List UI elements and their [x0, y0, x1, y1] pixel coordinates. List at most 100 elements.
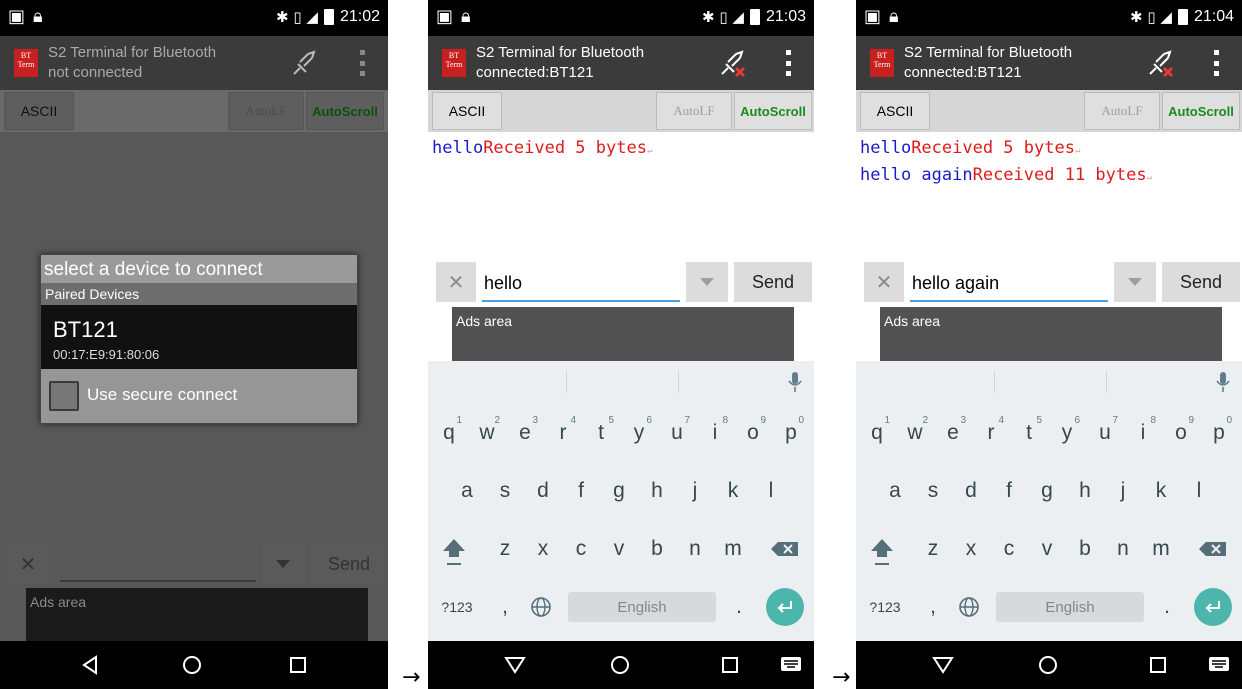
disconnect-plug-icon[interactable] — [1144, 48, 1176, 78]
key-f[interactable]: f — [562, 465, 600, 517]
key-j[interactable]: j — [1104, 465, 1142, 517]
key-h[interactable]: h — [638, 465, 676, 517]
ascii-button[interactable]: ASCII — [432, 92, 502, 130]
autolf-button[interactable]: AutoLF — [656, 92, 732, 130]
backspace-icon[interactable] — [1194, 523, 1234, 575]
key-t[interactable]: t5 — [582, 407, 620, 459]
clear-button[interactable]: ✕ — [436, 262, 476, 302]
ascii-button[interactable]: ASCII — [4, 92, 74, 130]
key-g[interactable]: g — [1028, 465, 1066, 517]
key-b[interactable]: b — [1066, 523, 1104, 575]
autolf-button[interactable]: AutoLF — [228, 92, 304, 130]
autoscroll-button[interactable]: AutoScroll — [1162, 92, 1240, 130]
key-o[interactable]: o9 — [734, 407, 772, 459]
key-period[interactable]: . — [724, 581, 754, 633]
key-p[interactable]: p0 — [772, 407, 810, 459]
key-r[interactable]: r4 — [972, 407, 1010, 459]
key-n[interactable]: n — [676, 523, 714, 575]
key-w[interactable]: w2 — [896, 407, 934, 459]
key-w[interactable]: w2 — [468, 407, 506, 459]
key-period[interactable]: . — [1152, 581, 1182, 633]
history-dropdown[interactable] — [1114, 262, 1156, 302]
key-p[interactable]: p0 — [1200, 407, 1238, 459]
keyboard-switch-icon[interactable] — [780, 655, 802, 673]
symbols-key[interactable]: ?123 — [432, 581, 482, 633]
key-a[interactable]: a — [876, 465, 914, 517]
key-b[interactable]: b — [638, 523, 676, 575]
key-u[interactable]: u7 — [658, 407, 696, 459]
shift-icon[interactable] — [862, 523, 902, 575]
home-icon[interactable] — [1038, 655, 1058, 675]
overflow-menu-icon[interactable] — [360, 50, 366, 76]
space-bar[interactable]: English — [568, 592, 716, 622]
symbols-key[interactable]: ?123 — [860, 581, 910, 633]
send-button[interactable]: Send — [1162, 262, 1240, 302]
history-dropdown[interactable] — [686, 262, 728, 302]
key-t[interactable]: t5 — [1010, 407, 1048, 459]
globe-icon[interactable] — [952, 581, 986, 633]
key-comma[interactable]: , — [918, 581, 948, 633]
key-m[interactable]: m — [714, 523, 752, 575]
key-l[interactable]: l — [1180, 465, 1218, 517]
key-d[interactable]: d — [952, 465, 990, 517]
key-z[interactable]: z — [486, 523, 524, 575]
key-a[interactable]: a — [448, 465, 486, 517]
key-d[interactable]: d — [524, 465, 562, 517]
key-v[interactable]: v — [1028, 523, 1066, 575]
key-x[interactable]: x — [524, 523, 562, 575]
enter-button[interactable] — [1194, 588, 1232, 626]
key-c[interactable]: c — [562, 523, 600, 575]
key-n[interactable]: n — [1104, 523, 1142, 575]
key-j[interactable]: j — [676, 465, 714, 517]
recents-icon[interactable] — [720, 655, 740, 675]
key-r[interactable]: r4 — [544, 407, 582, 459]
key-e[interactable]: e3 — [506, 407, 544, 459]
connect-plug-icon[interactable] — [288, 48, 320, 78]
backspace-icon[interactable] — [766, 523, 806, 575]
key-v[interactable]: v — [600, 523, 638, 575]
autoscroll-button[interactable]: AutoScroll — [734, 92, 812, 130]
key-c[interactable]: c — [990, 523, 1028, 575]
hide-keyboard-icon[interactable] — [504, 655, 526, 675]
key-x[interactable]: x — [952, 523, 990, 575]
key-k[interactable]: k — [1142, 465, 1180, 517]
microphone-icon[interactable] — [788, 371, 802, 393]
history-dropdown[interactable] — [262, 544, 304, 584]
key-o[interactable]: o9 — [1162, 407, 1200, 459]
send-button[interactable]: Send — [310, 544, 388, 584]
hide-keyboard-icon[interactable] — [932, 655, 954, 675]
ascii-button[interactable]: ASCII — [860, 92, 930, 130]
recents-icon[interactable] — [1148, 655, 1168, 675]
autolf-button[interactable]: AutoLF — [1084, 92, 1160, 130]
disconnect-plug-icon[interactable] — [716, 48, 748, 78]
autoscroll-button[interactable]: AutoScroll — [306, 92, 384, 130]
back-icon[interactable] — [80, 655, 100, 675]
recents-icon[interactable] — [288, 655, 308, 675]
key-z[interactable]: z — [914, 523, 952, 575]
key-q[interactable]: q1 — [430, 407, 468, 459]
key-comma[interactable]: , — [490, 581, 520, 633]
key-g[interactable]: g — [600, 465, 638, 517]
clear-button[interactable]: ✕ — [8, 544, 48, 584]
overflow-menu-icon[interactable] — [1214, 50, 1220, 76]
home-icon[interactable] — [182, 655, 202, 675]
shift-icon[interactable] — [434, 523, 474, 575]
key-m[interactable]: m — [1142, 523, 1180, 575]
device-list-item[interactable]: BT121 00:17:E9:91:80:06 — [41, 305, 357, 369]
key-i[interactable]: i8 — [696, 407, 734, 459]
message-input[interactable] — [482, 266, 680, 302]
microphone-icon[interactable] — [1216, 371, 1230, 393]
secure-connect-checkbox[interactable] — [49, 381, 79, 411]
key-q[interactable]: q1 — [858, 407, 896, 459]
key-s[interactable]: s — [486, 465, 524, 517]
keyboard-switch-icon[interactable] — [1208, 655, 1230, 673]
clear-button[interactable]: ✕ — [864, 262, 904, 302]
space-bar[interactable]: English — [996, 592, 1144, 622]
key-y[interactable]: y6 — [620, 407, 658, 459]
overflow-menu-icon[interactable] — [786, 50, 792, 76]
enter-button[interactable] — [766, 588, 804, 626]
key-i[interactable]: i8 — [1124, 407, 1162, 459]
message-input[interactable] — [60, 546, 256, 582]
key-f[interactable]: f — [990, 465, 1028, 517]
key-h[interactable]: h — [1066, 465, 1104, 517]
